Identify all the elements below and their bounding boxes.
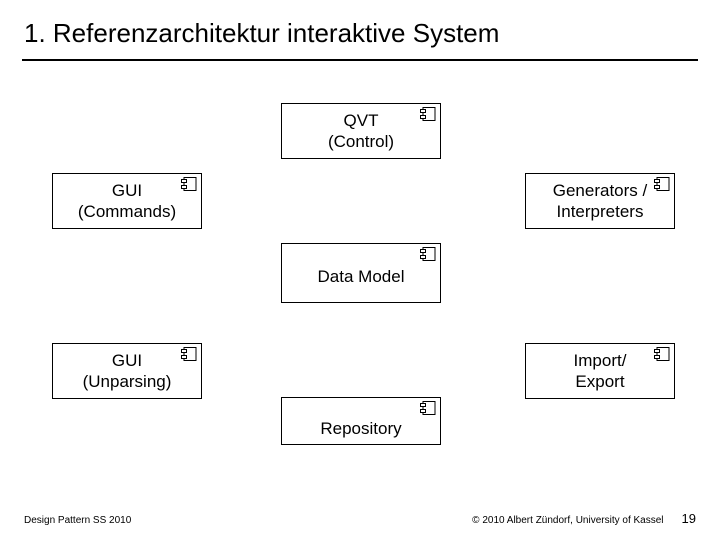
component-label: Data Model: [318, 266, 405, 287]
component-generators: Generators / Interpreters: [525, 173, 675, 229]
component-label: Repository: [320, 418, 401, 439]
page-title: 1. Referenzarchitektur interaktive Syste…: [0, 0, 720, 59]
component-label: QVT (Control): [328, 110, 394, 153]
footer-right: © 2010 Albert Zündorf, University of Kas…: [472, 515, 663, 526]
component-icon: [420, 247, 436, 261]
component-icon: [420, 107, 436, 121]
footer-left: Design Pattern SS 2010: [24, 515, 131, 526]
component-label: GUI (Unparsing): [83, 350, 172, 393]
component-label: Generators / Interpreters: [553, 180, 648, 223]
component-qvt: QVT (Control): [281, 103, 441, 159]
component-import-export: Import/ Export: [525, 343, 675, 399]
component-gui-commands: GUI (Commands): [52, 173, 202, 229]
diagram-canvas: QVT (Control) GUI (Commands) Generators …: [0, 61, 720, 481]
component-icon: [181, 347, 197, 361]
component-data-model: Data Model: [281, 243, 441, 303]
component-icon: [654, 347, 670, 361]
component-label: GUI (Commands): [78, 180, 176, 223]
component-gui-unparsing: GUI (Unparsing): [52, 343, 202, 399]
component-icon: [420, 401, 436, 415]
footer: Design Pattern SS 2010 © 2010 Albert Zün…: [0, 511, 720, 526]
component-icon: [181, 177, 197, 191]
component-label: Import/ Export: [574, 350, 627, 393]
page-number: 19: [682, 511, 696, 526]
component-icon: [654, 177, 670, 191]
component-repository: Repository: [281, 397, 441, 445]
